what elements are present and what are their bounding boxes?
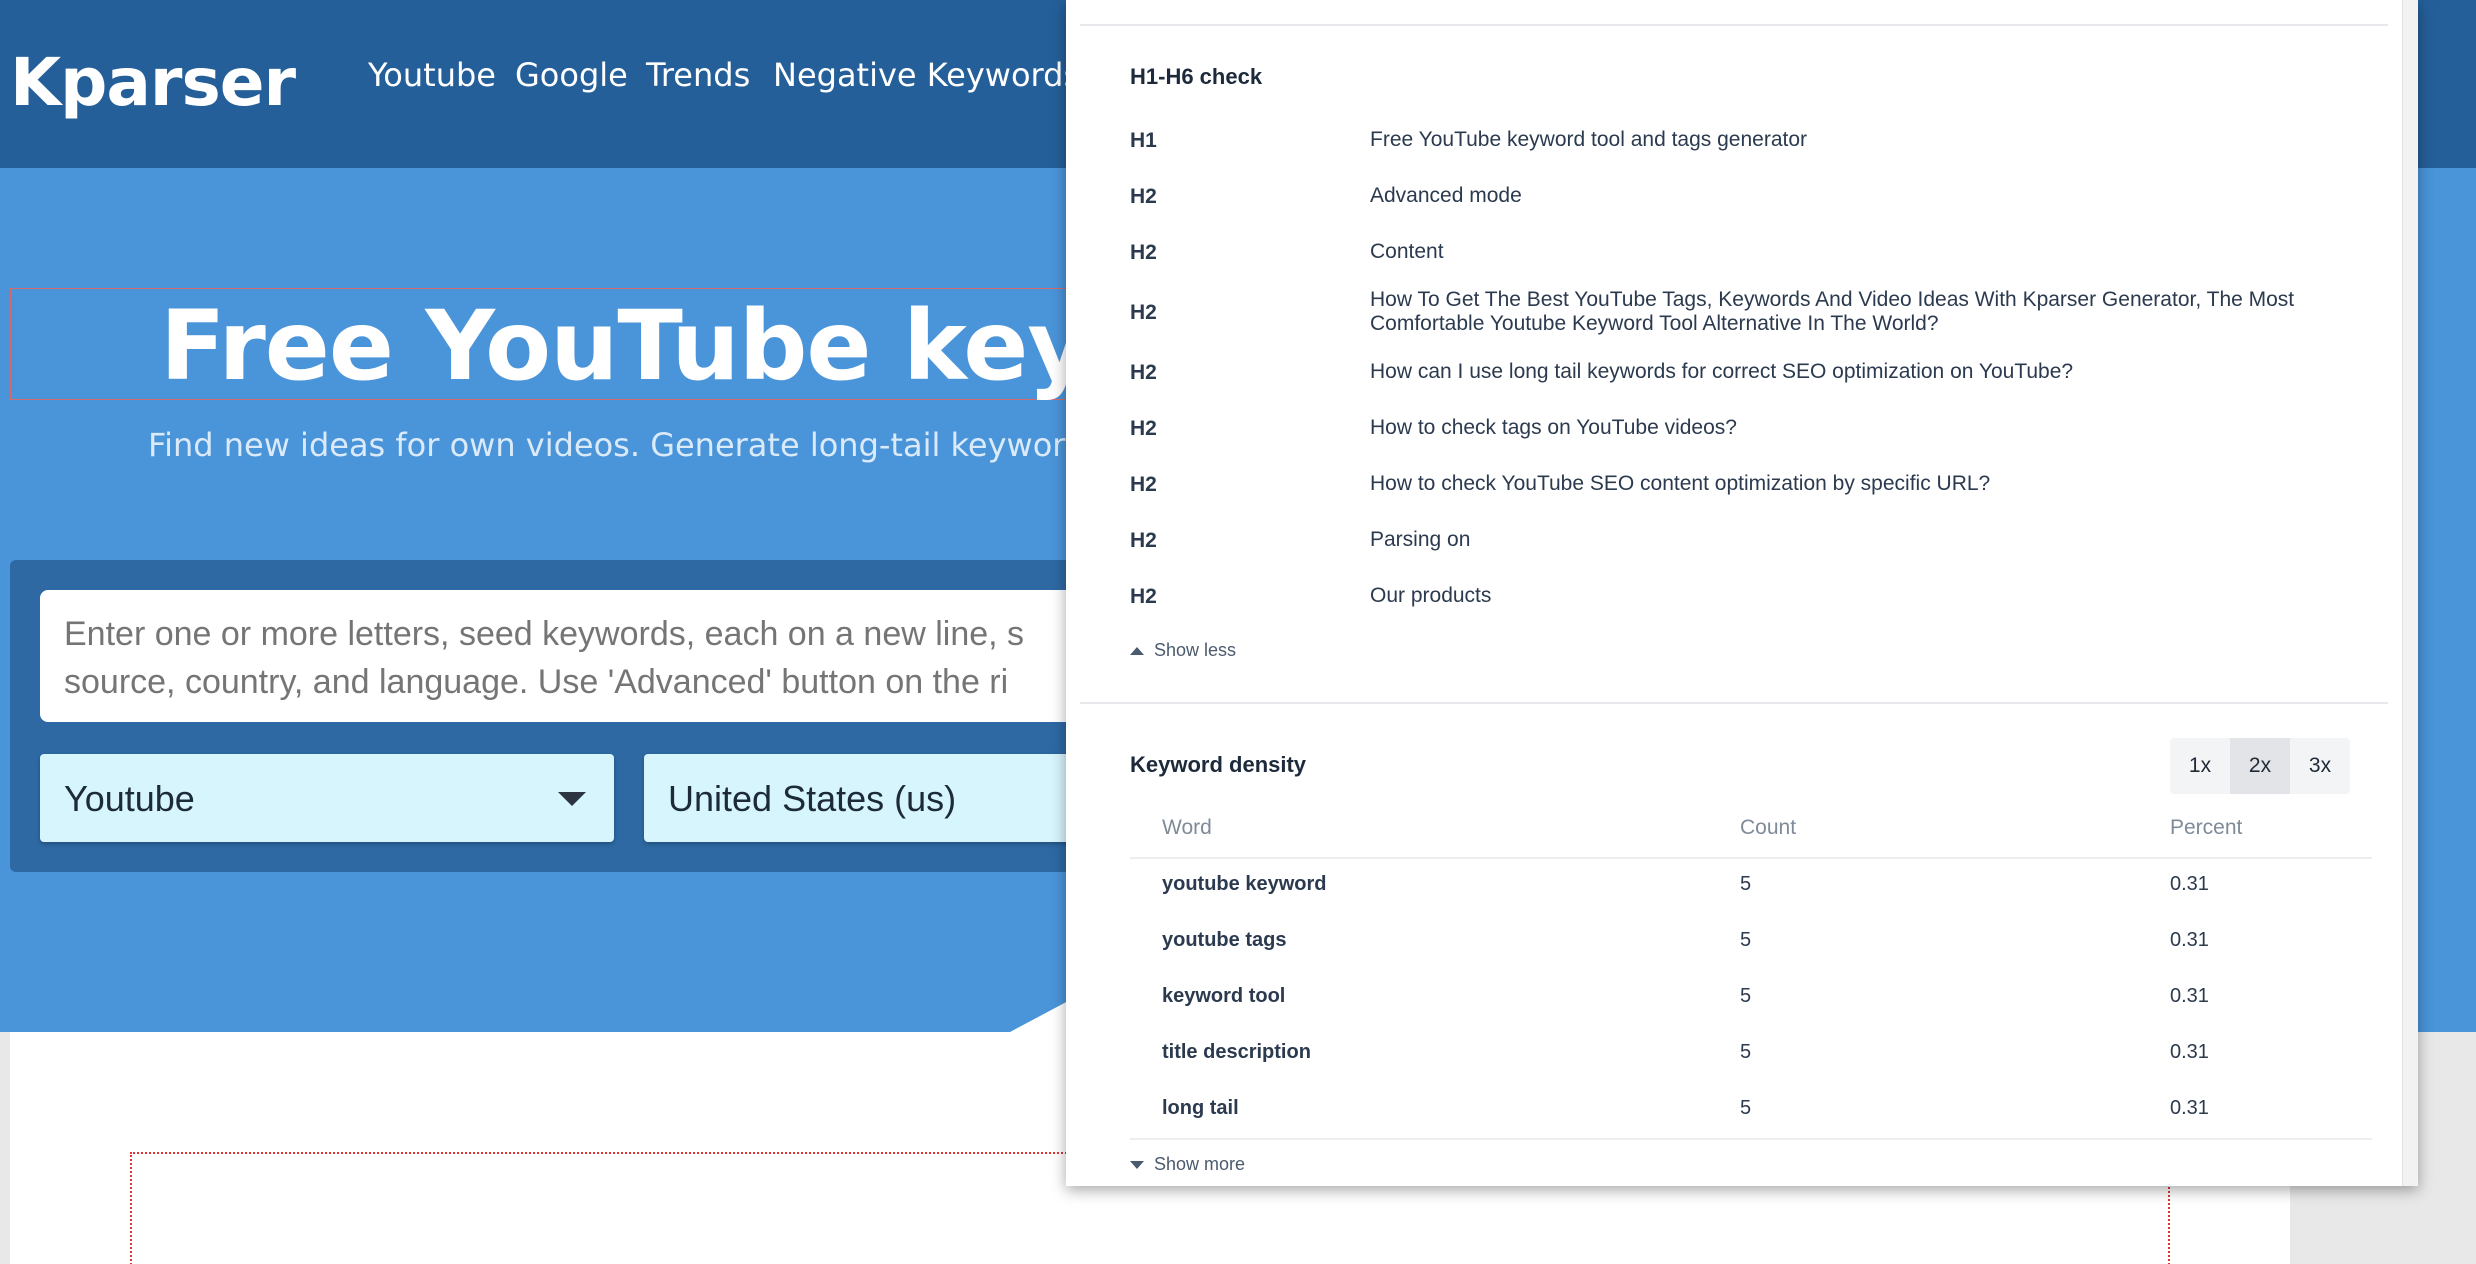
heading-tag: H2: [1130, 585, 1157, 608]
nav-link-youtube[interactable]: Youtube: [368, 56, 496, 94]
headings-check-title: H1-H6 check: [1130, 64, 1263, 89]
column-header-word: Word: [1162, 816, 1212, 839]
heading-tag: H2: [1130, 473, 1157, 496]
heading-text: How to check YouTube SEO content optimiz…: [1370, 472, 1991, 495]
show-less-toggle[interactable]: Show less: [1130, 640, 1236, 661]
source-select-value: Youtube: [64, 778, 195, 819]
show-less-label: Show less: [1154, 640, 1237, 660]
show-more-label: Show more: [1154, 1154, 1246, 1174]
ngram-2x-button[interactable]: 2x: [2230, 738, 2290, 794]
hero-title-bold: YouTube: [425, 290, 871, 402]
ngram-1x-button[interactable]: 1x: [2170, 738, 2230, 794]
row-percent: 0.31: [2170, 1041, 2209, 1063]
heading-text: Advanced mode: [1370, 184, 1522, 207]
table-header-divider: [1130, 857, 2372, 859]
row-word: youtube keyword: [1162, 873, 1327, 895]
seed-keywords-input[interactable]: [40, 590, 1100, 722]
country-select-value: United States (us): [668, 778, 957, 819]
heading-text: How to check tags on YouTube videos?: [1370, 416, 1737, 439]
row-count: 5: [1740, 985, 1752, 1007]
nav-link-negative-keywords[interactable]: Negative Keywords: [773, 56, 1080, 94]
chevron-up-icon: [1130, 646, 1144, 655]
country-select[interactable]: United States (us): [644, 754, 1104, 842]
row-word: long tail: [1162, 1097, 1239, 1119]
ngram-3x-button[interactable]: 3x: [2290, 738, 2350, 794]
column-header-count: Count: [1740, 816, 1797, 839]
chevron-down-icon: [558, 792, 586, 806]
heading-text: Our products: [1370, 584, 1492, 607]
nav-link-google[interactable]: Google: [515, 56, 628, 94]
source-select[interactable]: Youtube: [40, 754, 614, 842]
show-more-toggle[interactable]: Show more: [1130, 1154, 1245, 1175]
heading-text: Content: [1370, 240, 1444, 263]
heading-tag: H2: [1130, 301, 1157, 324]
heading-text: How To Get The Best YouTube Tags, Keywor…: [1370, 288, 2295, 335]
row-percent: 0.31: [2170, 985, 2209, 1007]
heading-tag: H2: [1130, 241, 1157, 264]
row-count: 5: [1740, 1041, 1752, 1063]
hero-subtitle: Find new ideas for own videos. Generate …: [148, 426, 1210, 464]
heading-tag: H2: [1130, 529, 1157, 552]
nav-link-trends[interactable]: Trends: [646, 56, 750, 94]
heading-text: Free YouTube keyword tool and tags gener…: [1370, 128, 1808, 151]
row-count: 5: [1740, 1097, 1752, 1119]
table-footer-divider: [1130, 1138, 2372, 1140]
row-word: keyword tool: [1162, 985, 1286, 1007]
section-divider: [1080, 702, 2388, 704]
seo-check-panel: H1-H6 check H1 Free YouTube keyword tool…: [1066, 0, 2418, 1186]
ngram-size-toggle: 1x 2x 3x: [2170, 738, 2350, 794]
heading-tag: H2: [1130, 361, 1157, 384]
row-percent: 0.31: [2170, 929, 2209, 951]
section-divider: [1080, 24, 2388, 26]
heading-tag: H2: [1130, 185, 1157, 208]
content-notch: [1010, 1000, 1070, 1032]
heading-text: Parsing on: [1370, 528, 1471, 551]
row-word: title description: [1162, 1041, 1311, 1063]
hero-title-prefix: Free: [160, 290, 394, 402]
keyword-density-title: Keyword density: [1130, 752, 1307, 777]
row-percent: 0.31: [2170, 873, 2209, 895]
row-word: youtube tags: [1162, 929, 1287, 951]
row-count: 5: [1740, 929, 1752, 951]
row-count: 5: [1740, 873, 1752, 895]
heading-text: How can I use long tail keywords for cor…: [1370, 360, 2074, 383]
column-header-percent: Percent: [2170, 816, 2243, 839]
row-percent: 0.31: [2170, 1097, 2209, 1119]
panel-scrollbar[interactable]: [2402, 0, 2418, 1186]
chevron-down-icon: [1130, 1160, 1144, 1169]
heading-tag: H2: [1130, 417, 1157, 440]
heading-tag: H1: [1130, 129, 1157, 152]
site-logo[interactable]: Kparser: [10, 44, 296, 121]
